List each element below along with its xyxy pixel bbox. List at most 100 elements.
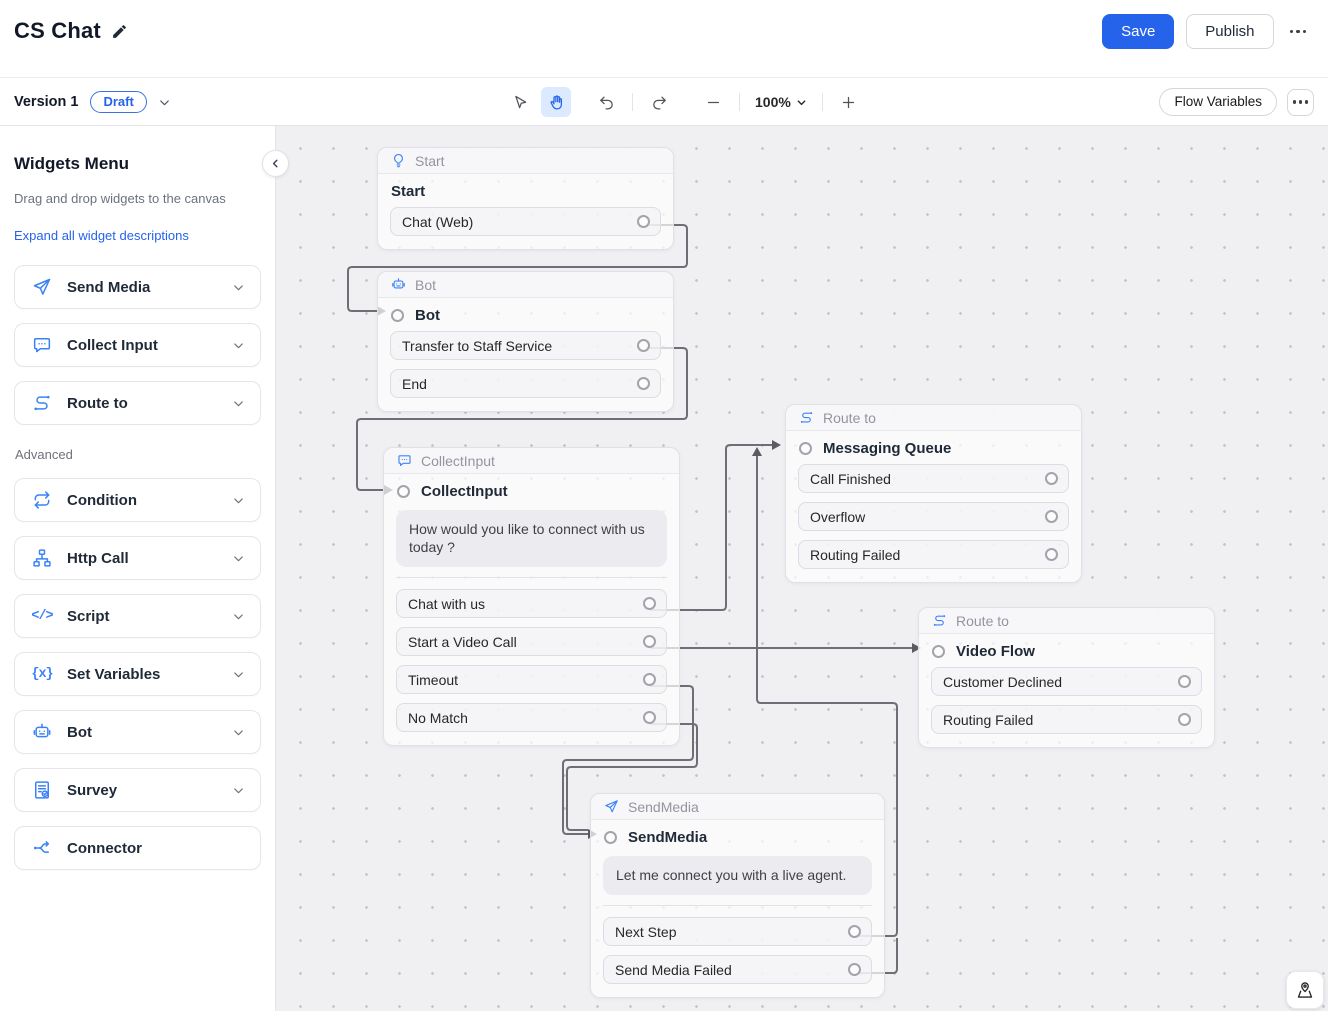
widget-card-set-variables[interactable]: {x} Set Variables	[14, 652, 261, 696]
chevron-down-icon[interactable]	[231, 725, 246, 740]
chevron-down-icon[interactable]	[231, 338, 246, 353]
output-port[interactable]	[848, 963, 861, 976]
canvas-toolbar: Version 1 Draft	[0, 79, 1328, 126]
node-sendmedia-header[interactable]: SendMedia	[591, 794, 884, 820]
pan-hand-tool[interactable]	[541, 87, 571, 117]
edit-pencil-icon[interactable]	[111, 23, 128, 40]
output-port[interactable]	[1178, 675, 1191, 688]
flow-builder-app: CS Chat Save Publish Version 1 Draft	[0, 0, 1328, 1011]
node-output-row: Customer Declined	[931, 667, 1202, 696]
toolbar-more-icon[interactable]	[1287, 89, 1314, 116]
publish-button[interactable]: Publish	[1186, 14, 1273, 49]
node-route-header[interactable]: Route to	[919, 608, 1214, 634]
widget-card-connector[interactable]: Connector	[14, 826, 261, 870]
output-port[interactable]	[1045, 548, 1058, 561]
node-type-label: Start	[415, 153, 445, 169]
version-chevron-down-icon[interactable]	[157, 95, 172, 110]
input-port[interactable]	[604, 831, 617, 844]
node-route-header[interactable]: Route to	[786, 405, 1081, 431]
output-port[interactable]	[637, 377, 650, 390]
widget-card-survey[interactable]: Survey	[14, 768, 261, 812]
node-output-row: Timeout	[396, 665, 667, 694]
advanced-section-label: Advanced	[15, 447, 261, 462]
output-port[interactable]	[643, 635, 656, 648]
sidebar-collapse-button[interactable]	[262, 150, 289, 177]
node-output-row: Next Step	[603, 917, 872, 946]
header-more-icon[interactable]	[1286, 22, 1311, 42]
connector-icon	[31, 838, 53, 858]
route-to-icon	[31, 393, 53, 413]
node-collectinput[interactable]: CollectInput CollectInput How would you …	[383, 447, 680, 746]
undo-button[interactable]	[591, 87, 621, 117]
widget-card-script[interactable]: </> Script	[14, 594, 261, 638]
chevron-down-icon[interactable]	[231, 667, 246, 682]
collect-input-icon	[31, 335, 53, 355]
node-output-row: Start a Video Call	[396, 627, 667, 656]
flow-variables-button[interactable]: Flow Variables	[1159, 88, 1277, 116]
input-port[interactable]	[799, 442, 812, 455]
node-title: CollectInput	[384, 474, 679, 507]
chevron-down-icon[interactable]	[231, 493, 246, 508]
widget-card-send-media[interactable]: Send Media	[14, 265, 261, 309]
widget-card-collect-input[interactable]: Collect Input	[14, 323, 261, 367]
node-start-header[interactable]: Start	[378, 148, 673, 174]
send-media-icon	[31, 277, 53, 297]
chevron-down-icon[interactable]	[231, 783, 246, 798]
bot-icon	[391, 277, 406, 292]
output-port[interactable]	[637, 339, 650, 352]
input-port[interactable]	[397, 485, 410, 498]
node-title: Start	[378, 174, 673, 207]
chevron-down-icon[interactable]	[231, 280, 246, 295]
zoom-in-button[interactable]	[834, 87, 864, 117]
expand-descriptions-link[interactable]: Expand all widget descriptions	[14, 228, 189, 243]
node-sendmedia[interactable]: SendMedia SendMedia Let me connect you w…	[590, 793, 885, 998]
sidebar-subtitle: Drag and drop widgets to the canvas	[14, 191, 261, 206]
chevron-down-icon[interactable]	[231, 396, 246, 411]
node-bot-header[interactable]: Bot	[378, 272, 673, 298]
redo-button[interactable]	[644, 87, 674, 117]
output-port[interactable]	[1045, 510, 1058, 523]
minimap-button[interactable]	[1286, 971, 1324, 1009]
select-cursor-tool[interactable]	[505, 87, 535, 117]
output-port[interactable]	[643, 711, 656, 724]
chevron-down-icon[interactable]	[231, 609, 246, 624]
node-type-label: Route to	[956, 613, 1009, 629]
node-output-row: Chat with us	[396, 589, 667, 618]
widget-card-route-to[interactable]: Route to	[14, 381, 261, 425]
node-bot[interactable]: Bot Bot Transfer to Staff Service End	[377, 271, 674, 412]
survey-icon	[31, 780, 53, 800]
input-port[interactable]	[932, 645, 945, 658]
output-port[interactable]	[643, 673, 656, 686]
node-title: SendMedia	[591, 820, 884, 853]
sidebar-title: Widgets Menu	[14, 154, 261, 174]
node-start[interactable]: Start Start Chat (Web)	[377, 147, 674, 250]
lightbulb-icon	[391, 153, 406, 168]
widget-card-bot[interactable]: Bot	[14, 710, 261, 754]
collect-input-icon	[397, 453, 412, 468]
node-output-row: Chat (Web)	[390, 207, 661, 236]
output-port[interactable]	[1178, 713, 1191, 726]
widget-card-http-call[interactable]: Http Call	[14, 536, 261, 580]
output-port[interactable]	[1045, 472, 1058, 485]
zoom-out-button[interactable]	[698, 87, 728, 117]
node-collectinput-header[interactable]: CollectInput	[384, 448, 679, 474]
widget-list: Send Media Collect Input Route to Advanc…	[14, 265, 261, 884]
version-label: Version 1	[14, 94, 78, 110]
flow-canvas[interactable]: Start Start Chat (Web) Bot Bot	[276, 126, 1328, 1011]
output-port[interactable]	[637, 215, 650, 228]
input-port[interactable]	[391, 309, 404, 322]
zoom-level-dropdown[interactable]: 100%	[751, 94, 811, 110]
save-button[interactable]: Save	[1102, 14, 1174, 49]
node-output-row: Overflow	[798, 502, 1069, 531]
node-route-video-flow[interactable]: Route to Video Flow Customer Declined Ro…	[918, 607, 1215, 748]
output-port[interactable]	[643, 597, 656, 610]
widgets-sidebar: Widgets Menu Drag and drop widgets to th…	[0, 126, 276, 1011]
widget-card-condition[interactable]: Condition	[14, 478, 261, 522]
node-route-messaging-queue[interactable]: Route to Messaging Queue Call Finished O…	[785, 404, 1082, 583]
page-title: CS Chat	[14, 18, 101, 44]
chevron-down-icon[interactable]	[231, 551, 246, 566]
output-port[interactable]	[848, 925, 861, 938]
node-title: Messaging Queue	[786, 431, 1081, 464]
http-call-icon	[31, 548, 53, 568]
node-output-row: Routing Failed	[798, 540, 1069, 569]
